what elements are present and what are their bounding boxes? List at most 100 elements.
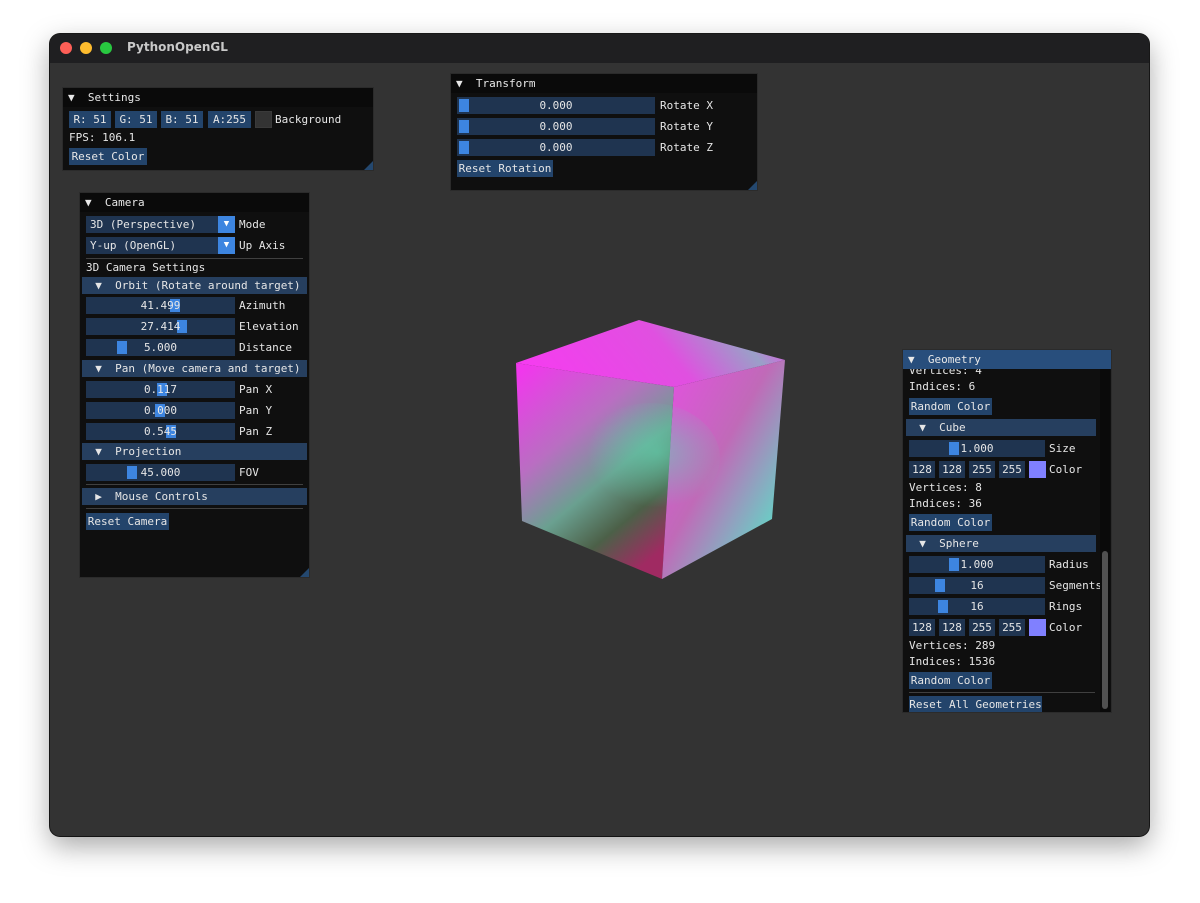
- fov-slider[interactable]: 45.000: [86, 464, 235, 481]
- rotate-x-slider[interactable]: 0.000: [457, 97, 655, 114]
- pan-y-value: 0.000: [143, 404, 178, 417]
- reset-rotation-button[interactable]: Reset Rotation: [457, 160, 553, 177]
- sphere-header[interactable]: ▼ Sphere: [906, 535, 1096, 552]
- cube-size-slider[interactable]: 1.000: [909, 440, 1045, 457]
- bg-b-field[interactable]: B: 51: [161, 111, 203, 128]
- pan-x-slider[interactable]: 0.117: [86, 381, 235, 398]
- cube-header[interactable]: ▼ Cube: [906, 419, 1096, 436]
- cube-color-swatch[interactable]: [1029, 461, 1046, 478]
- fov-label: FOV: [239, 466, 259, 479]
- geometry-title-bar[interactable]: ▼ Geometry: [903, 350, 1111, 369]
- elevation-slider[interactable]: 27.414: [86, 318, 235, 335]
- rotate-x-value: 0.000: [539, 99, 573, 112]
- pan-z-slider[interactable]: 0.545: [86, 423, 235, 440]
- slider-grab[interactable]: [949, 442, 959, 455]
- azimuth-value: 41.499: [140, 299, 181, 312]
- geometry-scroll-region[interactable]: Vertices: 4 Indices: 6 Random Color ▼ Cu…: [903, 369, 1111, 712]
- slider-grab[interactable]: [117, 341, 127, 354]
- separator: [86, 258, 303, 259]
- up-axis-value: Y-up (OpenGL): [90, 239, 177, 252]
- slider-grab[interactable]: [459, 141, 469, 154]
- background-color-swatch[interactable]: [255, 111, 272, 128]
- bg-a-field[interactable]: A:255: [208, 111, 251, 128]
- projection-header-label: Projection: [115, 445, 182, 458]
- settings-panel: ▼ Settings R: 51 G: 51 B: 51 A:255 Backg…: [62, 87, 374, 171]
- camera-settings-heading: 3D Camera Settings: [86, 261, 206, 274]
- reset-all-geometries-button[interactable]: Reset All Geometries: [909, 696, 1042, 712]
- sphere-color-a[interactable]: 255: [999, 619, 1025, 636]
- sphere-rings-label: Rings: [1049, 600, 1083, 613]
- sphere-color-swatch[interactable]: [1029, 619, 1046, 636]
- cube-indices: Indices: 36: [909, 497, 982, 510]
- cube-random-color-button[interactable]: Random Color: [909, 514, 992, 531]
- elevation-label: Elevation: [239, 320, 299, 333]
- chevron-down-icon[interactable]: ▼: [218, 237, 235, 254]
- close-window-button[interactable]: [60, 42, 72, 54]
- sphere-random-color-button[interactable]: Random Color: [909, 672, 992, 689]
- scrollbar-track[interactable]: [1100, 369, 1110, 712]
- pan-header-label: Pan (Move camera and target): [115, 362, 301, 375]
- zoom-window-button[interactable]: [100, 42, 112, 54]
- resize-grip[interactable]: [364, 161, 373, 170]
- cube-size-value: 1.000: [960, 442, 994, 455]
- slider-grab[interactable]: [935, 579, 945, 592]
- resize-grip[interactable]: [748, 181, 757, 190]
- elevation-value: 27.414: [140, 320, 181, 333]
- minimize-window-button[interactable]: [80, 42, 92, 54]
- window-title: PythonOpenGL: [127, 40, 228, 54]
- orbit-header[interactable]: ▼ Orbit (Rotate around target): [82, 277, 307, 294]
- sphere-segments-slider[interactable]: 16: [909, 577, 1045, 594]
- sphere-color-g[interactable]: 128: [939, 619, 965, 636]
- geometry-panel: ▼ Geometry Vertices: 4 Indices: 6 Random…: [902, 349, 1112, 713]
- rotate-z-slider[interactable]: 0.000: [457, 139, 655, 156]
- cube-color-r[interactable]: 128: [909, 461, 935, 478]
- plane-random-color-button[interactable]: Random Color: [909, 398, 992, 415]
- pan-y-slider[interactable]: 0.000: [86, 402, 235, 419]
- cube-color-a[interactable]: 255: [999, 461, 1025, 478]
- chevron-down-icon[interactable]: ▼: [218, 216, 235, 233]
- slider-grab[interactable]: [938, 600, 948, 613]
- up-axis-combo[interactable]: Y-up (OpenGL) ▼: [86, 237, 235, 254]
- up-axis-label: Up Axis: [239, 239, 286, 252]
- transform-title-bar[interactable]: ▼ Transform: [451, 74, 757, 93]
- bg-r-field[interactable]: R: 51: [69, 111, 111, 128]
- resize-grip[interactable]: [300, 568, 309, 577]
- fov-value: 45.000: [140, 466, 181, 479]
- slider-grab[interactable]: [459, 99, 469, 112]
- camera-panel: ▼ Camera 3D (Perspective) ▼ Mode Y-up (O…: [79, 192, 310, 578]
- sphere-segments-label: Segments: [1049, 579, 1102, 592]
- camera-title-bar[interactable]: ▼ Camera: [80, 193, 309, 212]
- sphere-header-label: Sphere: [939, 537, 979, 550]
- background-label: Background: [275, 113, 342, 126]
- sphere-color-label: Color: [1049, 621, 1083, 634]
- rotate-y-slider[interactable]: 0.000: [457, 118, 655, 135]
- rotate-x-label: Rotate X: [660, 99, 713, 112]
- cube-highlight: [580, 403, 720, 513]
- reset-camera-button[interactable]: Reset Camera: [86, 513, 169, 530]
- mode-label: Mode: [239, 218, 266, 231]
- azimuth-slider[interactable]: 41.499: [86, 297, 235, 314]
- reset-color-button[interactable]: Reset Color: [69, 148, 147, 165]
- cube-color-g[interactable]: 128: [939, 461, 965, 478]
- separator: [86, 484, 303, 485]
- pan-header[interactable]: ▼ Pan (Move camera and target): [82, 360, 307, 377]
- slider-grab[interactable]: [127, 466, 137, 479]
- slider-grab[interactable]: [949, 558, 959, 571]
- geometry-title: Geometry: [927, 353, 981, 366]
- sphere-color-b[interactable]: 255: [969, 619, 995, 636]
- title-bar: PythonOpenGL: [50, 34, 1149, 63]
- mouse-controls-header[interactable]: ▶ Mouse Controls: [82, 488, 307, 505]
- settings-title-bar[interactable]: ▼ Settings: [63, 88, 373, 107]
- sphere-color-r[interactable]: 128: [909, 619, 935, 636]
- sphere-rings-slider[interactable]: 16: [909, 598, 1045, 615]
- distance-slider[interactable]: 5.000: [86, 339, 235, 356]
- distance-value: 5.000: [143, 341, 178, 354]
- gl-viewport[interactable]: ▼ Settings R: 51 G: 51 B: 51 A:255 Backg…: [50, 63, 1149, 836]
- slider-grab[interactable]: [459, 120, 469, 133]
- projection-header[interactable]: ▼ Projection: [82, 443, 307, 460]
- cube-color-b[interactable]: 255: [969, 461, 995, 478]
- camera-mode-combo[interactable]: 3D (Perspective) ▼: [86, 216, 235, 233]
- bg-g-field[interactable]: G: 51: [115, 111, 157, 128]
- sphere-radius-slider[interactable]: 1.000: [909, 556, 1045, 573]
- scrollbar-thumb[interactable]: [1102, 551, 1108, 709]
